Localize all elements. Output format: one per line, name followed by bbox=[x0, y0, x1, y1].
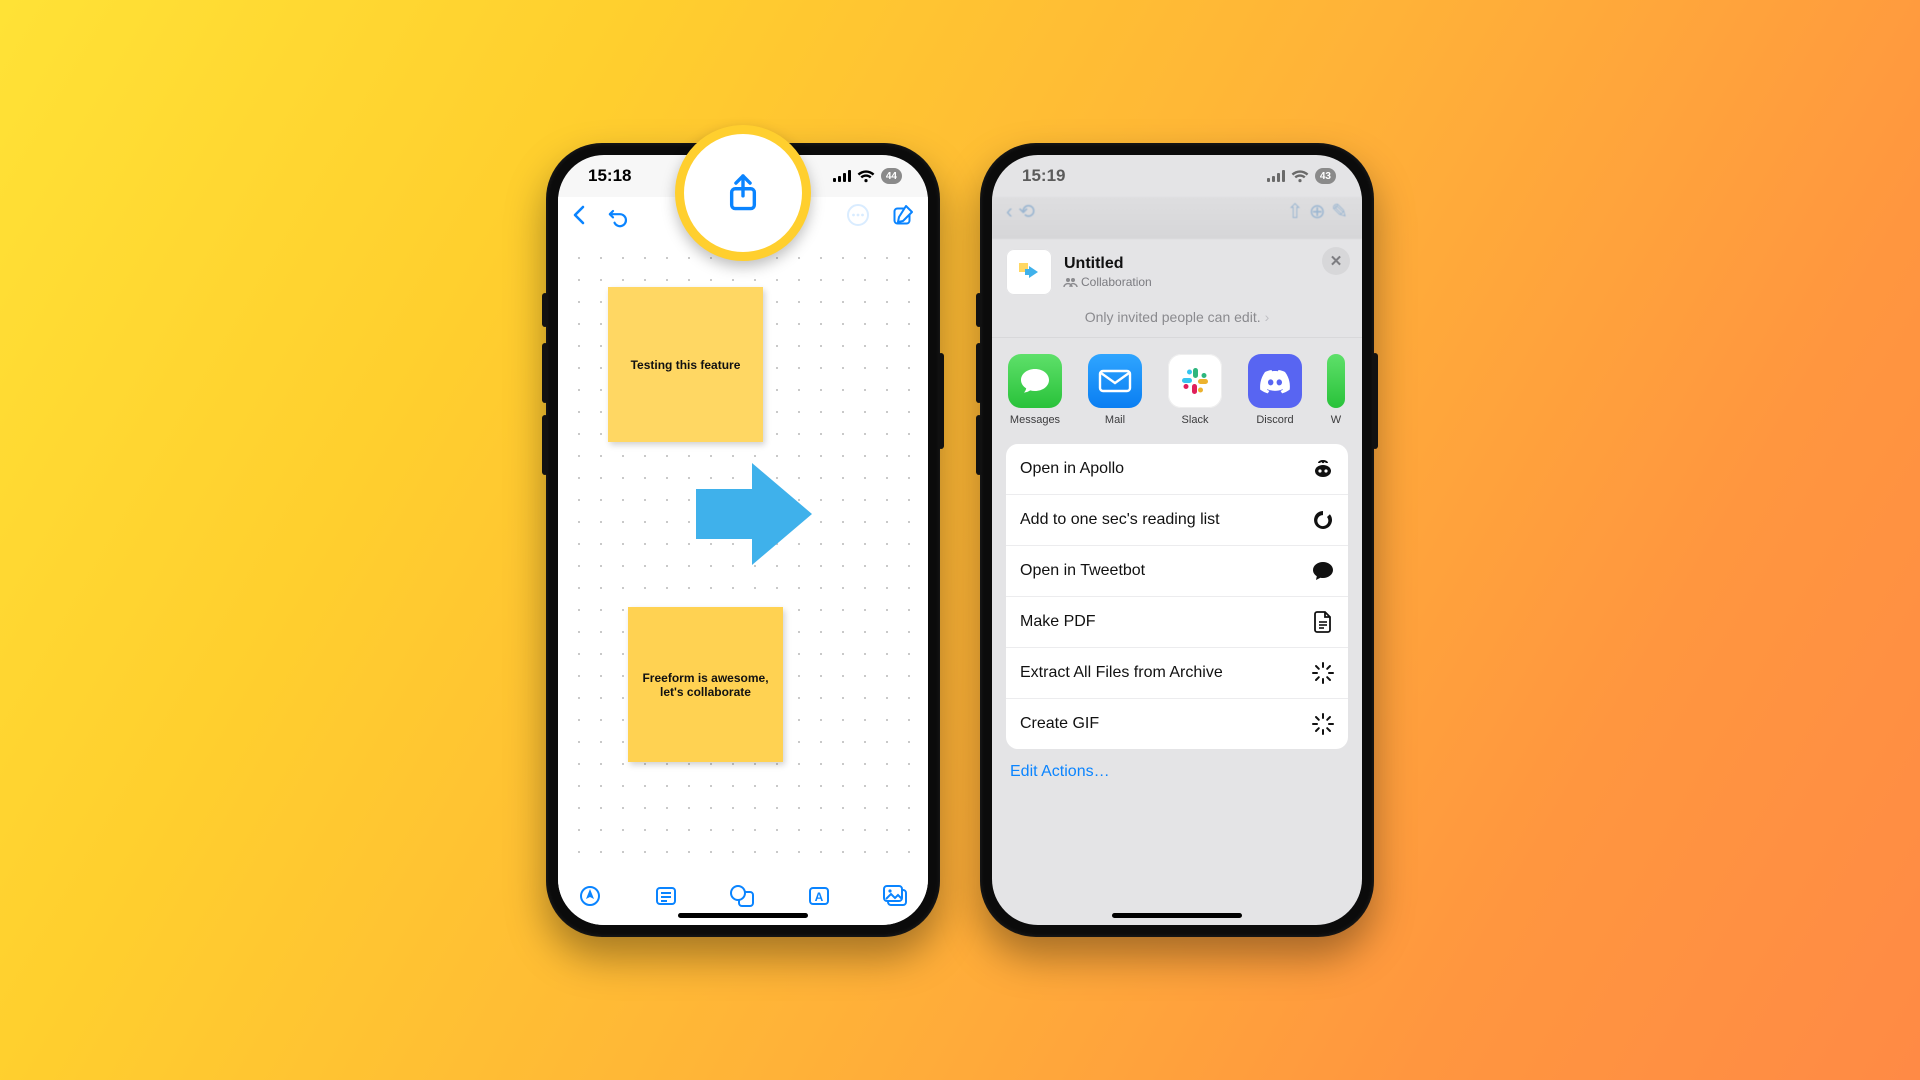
sharesheet-header: Untitled Collaboration ✕ bbox=[992, 239, 1362, 303]
compose-button[interactable] bbox=[892, 204, 914, 231]
document-mode[interactable]: Collaboration bbox=[1064, 275, 1152, 289]
document-thumbnail bbox=[1006, 249, 1052, 295]
battery-indicator: 44 bbox=[881, 168, 902, 184]
shortcut-icon bbox=[1312, 662, 1334, 684]
tutorial-stage: 15:18 44 bbox=[0, 0, 1920, 1080]
sticky-note-2[interactable]: Freeform is awesome, let's collaborate bbox=[628, 607, 783, 762]
media-tool[interactable] bbox=[882, 885, 908, 912]
wifi-icon bbox=[857, 170, 875, 183]
text-tool[interactable]: A bbox=[807, 884, 831, 913]
clock: 15:19 bbox=[1022, 166, 1065, 186]
sticky-note-1[interactable]: Testing this feature bbox=[608, 287, 763, 442]
shapes-tool[interactable] bbox=[729, 884, 755, 913]
side-button bbox=[938, 353, 944, 449]
actions-card: Open in Apollo Add to one sec's reading … bbox=[1006, 444, 1348, 749]
edit-actions-link[interactable]: Edit Actions… bbox=[992, 749, 1362, 781]
onesec-icon bbox=[1312, 509, 1334, 531]
action-open-apollo[interactable]: Open in Apollo bbox=[1006, 444, 1348, 494]
note-tool[interactable] bbox=[654, 884, 678, 913]
dimmed-nav: ‹ ⟲⇧ ⊕ ✎ bbox=[992, 197, 1362, 239]
phone-freeform: 15:18 44 bbox=[546, 143, 940, 937]
messages-icon bbox=[1008, 354, 1062, 408]
slack-icon bbox=[1168, 354, 1222, 408]
close-button[interactable]: ✕ bbox=[1322, 247, 1350, 275]
side-button bbox=[1372, 353, 1378, 449]
status-bar: 15:19 43 bbox=[992, 155, 1362, 197]
pen-tool[interactable] bbox=[578, 884, 602, 913]
discord-icon bbox=[1248, 354, 1302, 408]
document-icon bbox=[1312, 611, 1334, 633]
volume-up bbox=[542, 343, 548, 403]
share-app-partial[interactable]: W bbox=[1326, 354, 1346, 426]
screen-sharesheet: 15:19 43 ‹ ⟲⇧ ⊕ ✎ bbox=[992, 155, 1362, 925]
shortcut-icon bbox=[1312, 713, 1334, 735]
home-indicator[interactable] bbox=[1112, 913, 1242, 918]
arrow-shape[interactable] bbox=[696, 459, 816, 569]
speech-bubble-icon bbox=[1312, 560, 1334, 582]
volume-down bbox=[542, 415, 548, 475]
share-button-callout bbox=[675, 125, 811, 261]
apollo-icon bbox=[1312, 458, 1334, 480]
action-onesec[interactable]: Add to one sec's reading list bbox=[1006, 494, 1348, 545]
share-icon[interactable] bbox=[726, 173, 760, 213]
chevron-right-icon: › bbox=[1265, 309, 1270, 325]
action-makepdf[interactable]: Make PDF bbox=[1006, 596, 1348, 647]
back-button[interactable] bbox=[572, 205, 585, 230]
action-gif[interactable]: Create GIF bbox=[1006, 698, 1348, 749]
people-icon bbox=[1064, 277, 1077, 288]
action-tweetbot[interactable]: Open in Tweetbot bbox=[1006, 545, 1348, 596]
partial-app-icon bbox=[1327, 354, 1345, 408]
share-app-slack[interactable]: Slack bbox=[1166, 354, 1224, 426]
phone-sharesheet: 15:19 43 ‹ ⟲⇧ ⊕ ✎ bbox=[980, 143, 1374, 937]
svg-text:A: A bbox=[814, 890, 823, 904]
document-title: Untitled bbox=[1064, 255, 1152, 273]
permission-row[interactable]: Only invited people can edit.› bbox=[992, 303, 1362, 337]
battery-indicator: 43 bbox=[1315, 168, 1336, 184]
clock: 15:18 bbox=[588, 166, 631, 186]
mail-icon bbox=[1088, 354, 1142, 408]
freeform-canvas[interactable]: Testing this feature Freeform is awesome… bbox=[558, 237, 928, 871]
screen-freeform: 15:18 44 bbox=[558, 155, 928, 925]
share-apps-row[interactable]: Messages Mail bbox=[992, 338, 1362, 434]
cellular-icon bbox=[1267, 170, 1285, 182]
share-app-discord[interactable]: Discord bbox=[1246, 354, 1304, 426]
wifi-icon bbox=[1291, 170, 1309, 183]
mute-switch bbox=[976, 293, 982, 327]
volume-down bbox=[976, 415, 982, 475]
undo-button[interactable] bbox=[607, 204, 629, 231]
cellular-icon bbox=[833, 170, 851, 182]
more-button[interactable] bbox=[846, 203, 870, 232]
share-app-messages[interactable]: Messages bbox=[1006, 354, 1064, 426]
action-extract[interactable]: Extract All Files from Archive bbox=[1006, 647, 1348, 698]
volume-up bbox=[976, 343, 982, 403]
mute-switch bbox=[542, 293, 548, 327]
sticky-text: Testing this feature bbox=[631, 358, 741, 372]
home-indicator[interactable] bbox=[678, 913, 808, 918]
share-app-mail[interactable]: Mail bbox=[1086, 354, 1144, 426]
sticky-text: Freeform is awesome, let's collaborate bbox=[638, 671, 773, 699]
